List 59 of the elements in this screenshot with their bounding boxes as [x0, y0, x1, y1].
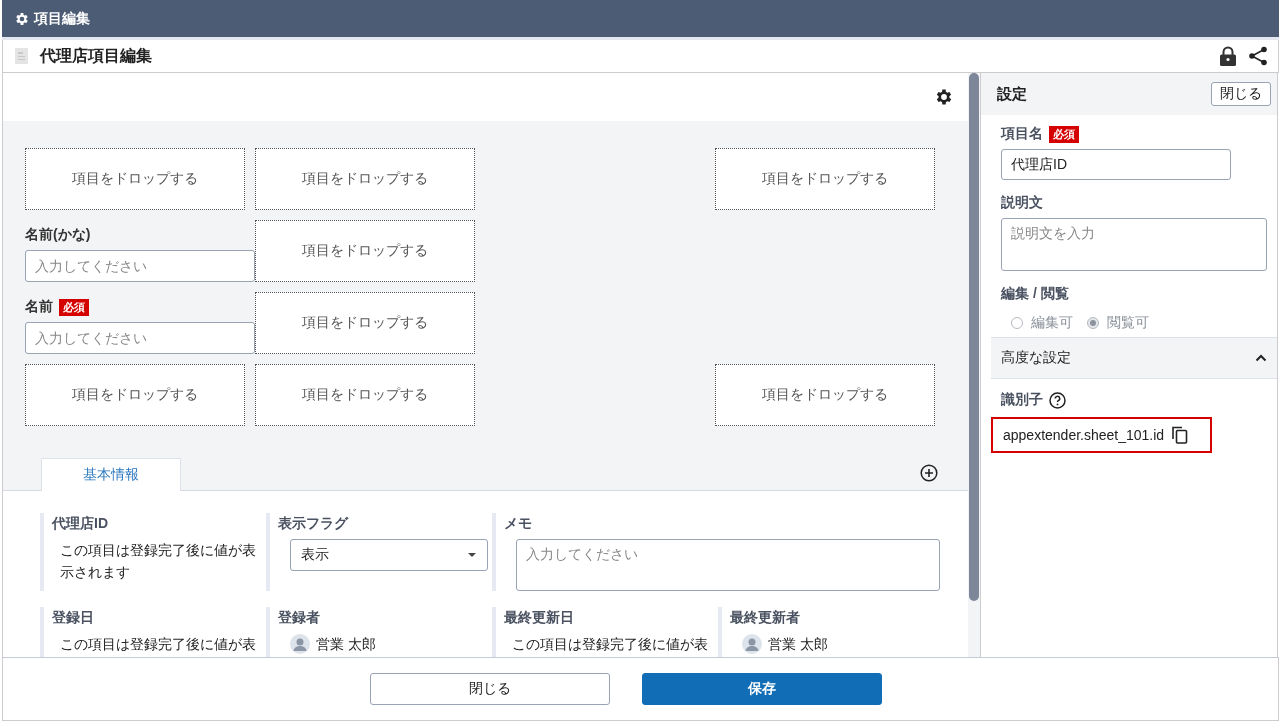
- field-label: 名前(かな): [25, 226, 91, 244]
- document-icon: [15, 48, 28, 64]
- field-value: この項目は登録完了後に値が表示されます: [59, 541, 257, 582]
- field-label: 登録日: [52, 609, 95, 627]
- drop-zone[interactable]: 項目をドロップする: [255, 364, 475, 426]
- field-label: 最終更新日: [504, 609, 575, 627]
- share-icon[interactable]: [1248, 46, 1268, 66]
- required-badge: 必須: [1049, 125, 1079, 143]
- page-title: 代理店項目編集: [40, 45, 153, 66]
- gear-icon[interactable]: [14, 10, 30, 27]
- help-icon[interactable]: [1049, 391, 1066, 409]
- field-label: 項目名: [1001, 125, 1043, 143]
- input-field[interactable]: 入力してください: [25, 322, 255, 354]
- user-avatar-icon: [290, 634, 310, 654]
- drop-zone[interactable]: 項目をドロップする: [255, 292, 475, 354]
- field-label: 編集 / 閲覧: [1001, 285, 1069, 303]
- save-button[interactable]: 保存: [641, 673, 882, 705]
- field-label: 名前: [25, 298, 53, 316]
- field-label: 最終更新者: [730, 609, 801, 627]
- radio-option: 編集可: [1011, 309, 1073, 337]
- input-field[interactable]: 代理店ID: [1001, 149, 1231, 180]
- drop-zone[interactable]: 項目をドロップする: [25, 364, 245, 426]
- section-title: 高度な設定: [1001, 349, 1071, 367]
- drop-zone[interactable]: 項目をドロップする: [715, 364, 935, 426]
- input-field[interactable]: 入力してください: [25, 250, 255, 282]
- field-value: この項目は登録完了後に値が表: [511, 635, 709, 654]
- field-label: メモ: [504, 515, 533, 533]
- drop-zone[interactable]: 項目をドロップする: [255, 220, 475, 282]
- user-avatar-icon: [742, 634, 762, 654]
- user-name: 営業 太郎: [316, 635, 376, 654]
- caret-icon: [467, 552, 477, 558]
- chevron-icon[interactable]: [1255, 354, 1267, 362]
- user-name: 営業 太郎: [768, 635, 828, 654]
- close-button[interactable]: 閉じる: [1211, 82, 1271, 106]
- radio-option: 閲覧可: [1087, 309, 1149, 337]
- panel-title: 設定: [997, 84, 1027, 104]
- required-badge: 必須: [59, 298, 89, 316]
- drop-zone[interactable]: 項目をドロップする: [255, 148, 475, 210]
- field-label: 説明文: [1001, 194, 1043, 212]
- scrollbar-thumb[interactable]: [969, 73, 979, 601]
- field-label: 識別子: [1001, 391, 1043, 409]
- field-value: この項目は登録完了後に値が表: [59, 635, 257, 654]
- identifier-value: appextender.sheet_101.id: [1003, 427, 1165, 443]
- drop-zone[interactable]: 項目をドロップする: [25, 148, 245, 210]
- close-button[interactable]: 閉じる: [369, 673, 610, 705]
- lock-icon[interactable]: [1220, 46, 1236, 66]
- window-title: 項目編集: [34, 9, 90, 28]
- section-header[interactable]: 高度な設定: [991, 337, 1277, 379]
- field-label: 代理店ID: [52, 515, 109, 533]
- copy-icon[interactable]: [1172, 426, 1189, 444]
- tab[interactable]: 基本情報: [41, 458, 181, 491]
- field-label: 表示フラグ: [278, 515, 350, 533]
- memo-field[interactable]: 入力してください: [516, 539, 940, 591]
- field-label: 登録者: [278, 609, 321, 627]
- settings-icon[interactable]: [934, 87, 954, 107]
- add-icon[interactable]: [920, 464, 938, 482]
- drop-zone[interactable]: 項目をドロップする: [715, 148, 935, 210]
- description-field[interactable]: 説明文を入力: [1001, 218, 1267, 271]
- select-field[interactable]: 表示: [290, 539, 488, 571]
